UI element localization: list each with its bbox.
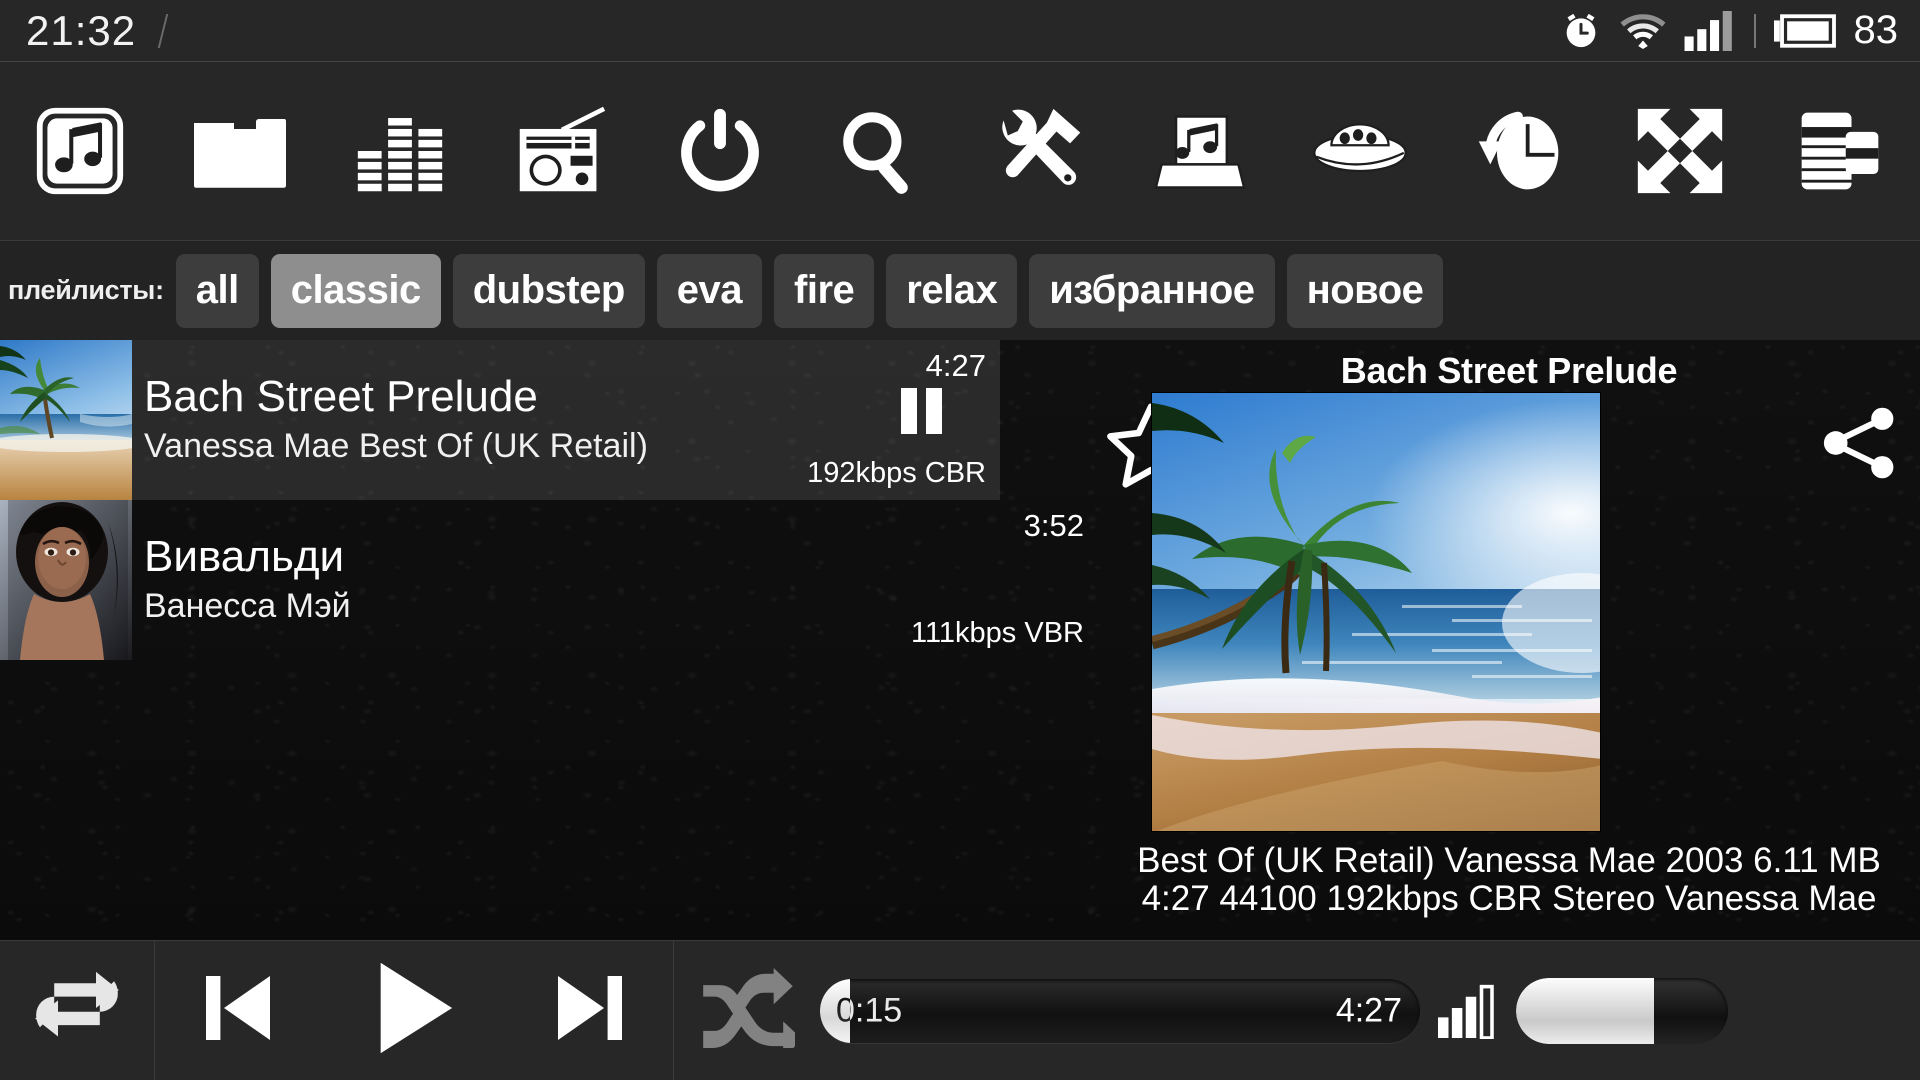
status-clock: 21:32 [26, 6, 137, 54]
repeat-icon [29, 970, 125, 1051]
volume-slider[interactable] [1516, 977, 1728, 1044]
alarm-clock-icon [1560, 10, 1602, 52]
track-subtitle: Vanessa Mae Best Of (UK Retail) [144, 426, 648, 465]
track-title: Вивальди [144, 533, 345, 581]
playlist-tab-classic[interactable]: classic [270, 253, 441, 328]
wrench-hammer-icon [992, 105, 1088, 197]
main-toolbar [0, 62, 1920, 240]
playlist-tab-novoe[interactable]: новое [1286, 253, 1444, 328]
seek-duration: 4:27 [1335, 991, 1402, 1029]
share-button[interactable] [1816, 400, 1902, 486]
track-bitrate: 192kbps CBR [807, 457, 986, 489]
track-title: Bach Street Prelude [144, 373, 538, 421]
track-list: Bach Street Prelude Vanessa Mae Best Of … [0, 340, 1098, 940]
shuffle-icon [699, 968, 803, 1058]
skip-previous-icon [196, 966, 280, 1055]
playlist-tabs-bar: плейлисты: all classic dubstep eva fire … [0, 240, 1920, 340]
track-thumbnail [0, 500, 132, 660]
volume-fill [1516, 977, 1654, 1044]
status-divider [1753, 13, 1756, 48]
search-button[interactable] [800, 62, 960, 240]
radio-icon [511, 105, 609, 197]
fullscreen-button[interactable] [1600, 62, 1760, 240]
main-content: Bach Street Prelude Vanessa Mae Best Of … [0, 340, 1920, 940]
playlist-tab-dubstep[interactable]: dubstep [452, 253, 645, 328]
equalizer-icon [354, 105, 446, 197]
power-button[interactable] [640, 62, 800, 240]
table-row[interactable]: Bach Street Prelude Vanessa Mae Best Of … [0, 340, 1000, 500]
playlist-lines-icon [1794, 105, 1886, 197]
album-art [1151, 392, 1601, 832]
next-button[interactable] [507, 941, 673, 1080]
track-duration: 4:27 [925, 348, 986, 383]
wifi-icon [1620, 11, 1666, 51]
battery-level: 83 [1853, 8, 1899, 52]
playlists-label: плейлисты: [8, 275, 164, 305]
radio-button[interactable] [480, 62, 640, 240]
status-bar: 21:32 83 [0, 0, 1920, 62]
track-meta: 3:52 111kbps VBR [868, 500, 1098, 660]
power-icon [674, 105, 766, 197]
status-clock-separator [157, 13, 169, 48]
seek-position: 0:15 [836, 991, 903, 1029]
folder-icon [192, 111, 288, 191]
now-playing-panel: Bach Street Prelude Best Of (UK Retail) … [1098, 340, 1920, 940]
tools-button[interactable] [960, 62, 1120, 240]
battery-icon [1773, 13, 1836, 48]
music-player-app: 21:32 83 плейлисты: all classic dubstep … [0, 0, 1920, 1080]
player-controls-bar: 0:15 4:27 [0, 940, 1920, 1080]
playlist-tab-izbrannoe[interactable]: избранное [1029, 253, 1275, 328]
table-row[interactable]: Вивальди Ванесса Мэй 3:52 111kbps VBR [0, 500, 1098, 660]
playlist-tab-all[interactable]: all [175, 253, 259, 328]
status-icons: 83 [1560, 8, 1899, 53]
playlist-button[interactable] [1760, 62, 1920, 240]
now-playing-metadata: Best Of (UK Retail) Vanessa Mae 2003 6.1… [1098, 842, 1920, 918]
share-icon [1816, 407, 1902, 490]
track-subtitle: Ванесса Мэй [144, 586, 351, 625]
play-button[interactable] [321, 941, 507, 1080]
seek-slider[interactable]: 0:15 4:27 [820, 978, 1420, 1043]
skip-next-icon [548, 966, 632, 1055]
now-playing-title: Bach Street Prelude [1340, 350, 1678, 391]
metadata-line-1: Best Of (UK Retail) Vanessa Mae 2003 6.1… [1137, 841, 1881, 880]
metadata-line-2: 4:27 44100 192kbps CBR Stereo Vanessa Ma… [1141, 878, 1877, 918]
shuffle-button[interactable] [674, 941, 820, 1080]
ufo-icon [1310, 111, 1410, 191]
track-meta: 4:27 192kbps CBR [770, 340, 1000, 500]
playlist-tab-eva[interactable]: eva [656, 253, 763, 328]
clock-rewind-icon [1472, 105, 1568, 197]
expand-arrows-icon [1634, 105, 1726, 197]
folders-button[interactable] [160, 62, 320, 240]
track-text: Вивальди Ванесса Мэй [132, 500, 868, 660]
music-note-library-icon [34, 105, 126, 197]
repeat-button[interactable] [0, 941, 154, 1080]
playlist-tab-relax[interactable]: relax [886, 253, 1018, 328]
track-thumbnail [0, 340, 132, 500]
pause-icon [901, 388, 942, 434]
play-icon [364, 958, 464, 1063]
previous-button[interactable] [155, 941, 321, 1080]
sleep-timer-button[interactable] [1440, 62, 1600, 240]
volume-icon-button[interactable] [1420, 941, 1516, 1080]
ufo-button[interactable] [1280, 62, 1440, 240]
playlist-tab-fire[interactable]: fire [774, 253, 875, 328]
track-bitrate: 111kbps VBR [910, 617, 1084, 649]
search-icon [834, 105, 926, 197]
volume-bars-icon [1438, 977, 1498, 1044]
track-text: Bach Street Prelude Vanessa Mae Best Of … [132, 340, 770, 500]
music-box-button[interactable] [1120, 62, 1280, 240]
track-duration: 3:52 [1023, 508, 1084, 543]
equalizer-button[interactable] [320, 62, 480, 240]
music-box-icon [1152, 105, 1248, 197]
library-button[interactable] [0, 62, 160, 240]
signal-bars-icon [1684, 10, 1736, 51]
